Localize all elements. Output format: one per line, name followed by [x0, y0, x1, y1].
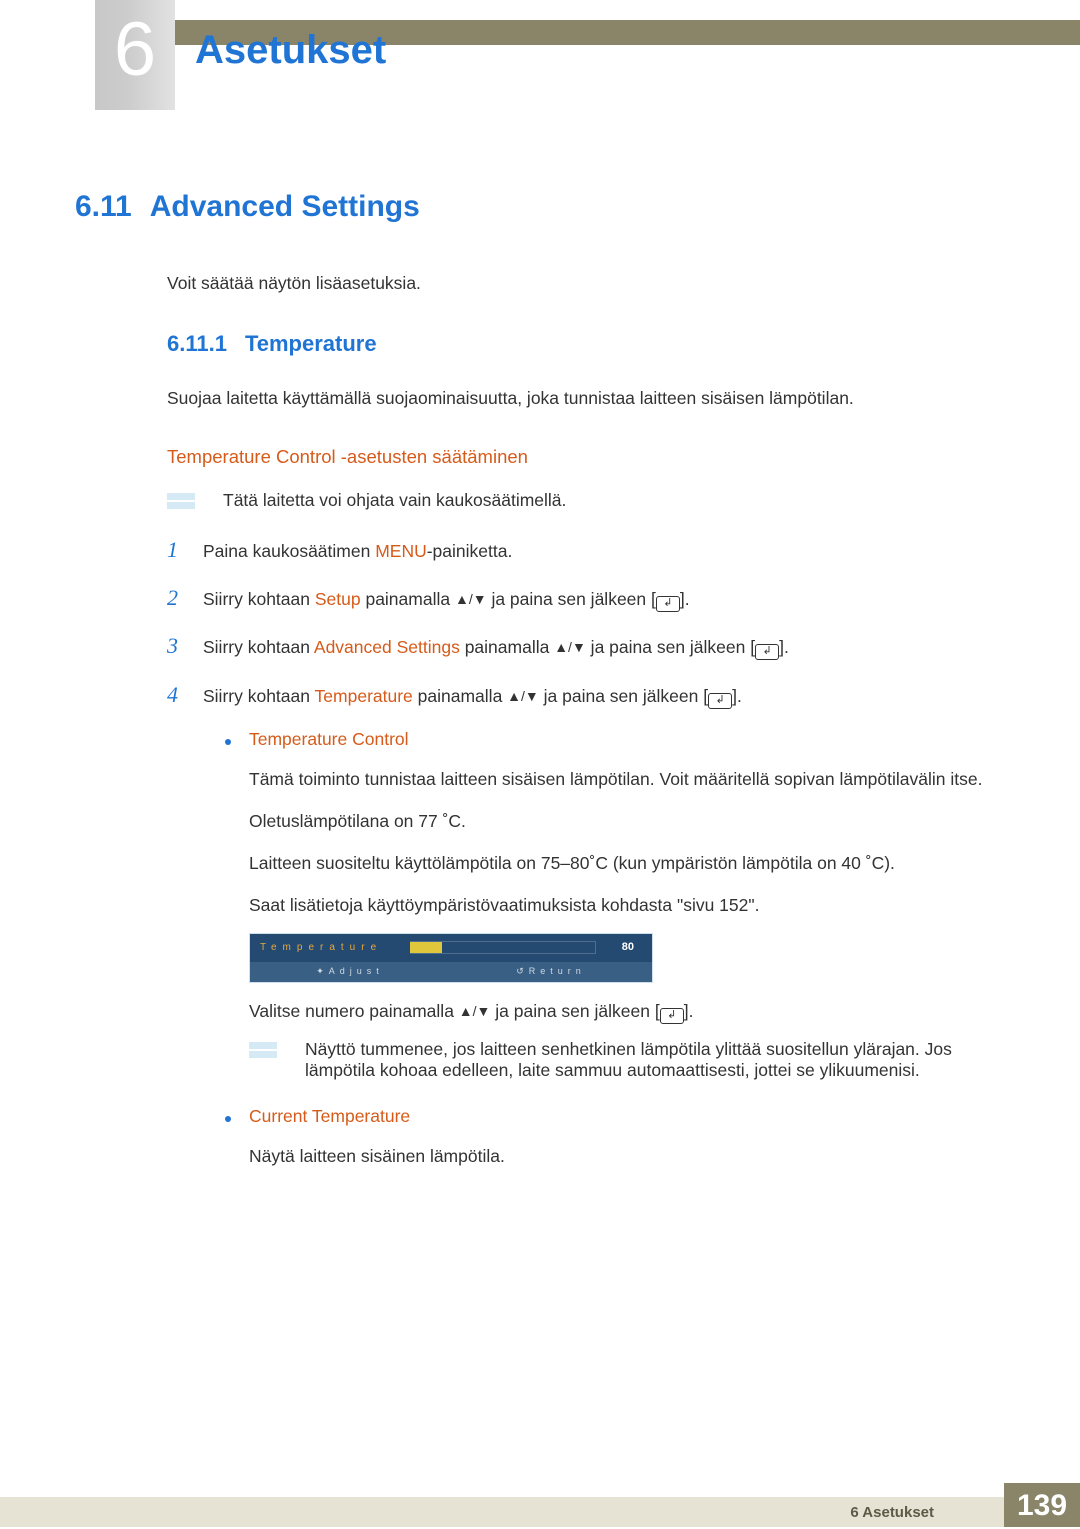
bullet-text: Laitteen suositeltu käyttölämpötila on 7…	[249, 849, 1000, 877]
arrows-icon: ▲/▼	[455, 589, 487, 611]
step-text: Siirry kohtaan Temperature painamalla ▲/…	[203, 683, 742, 710]
chapter-title: Asetukset	[195, 28, 386, 73]
osd-value: 80	[622, 941, 634, 953]
bullet-item: Current Temperature	[225, 1103, 1000, 1130]
step-text: Siirry kohtaan Advanced Settings painama…	[203, 634, 789, 661]
t: ja paina sen jälkeen [	[586, 637, 755, 657]
step-2: 2 Siirry kohtaan Setup painamalla ▲/▼ ja…	[167, 581, 1000, 615]
bullet-item: Temperature Control	[225, 726, 1000, 753]
t: Paina kaukosäätimen	[203, 541, 375, 561]
t: ].	[779, 637, 789, 657]
page-footer: 6 Asetukset 139	[0, 1483, 1080, 1527]
t: Siirry kohtaan	[203, 686, 315, 706]
t: Valitse numero painamalla	[249, 1001, 459, 1021]
step-4: 4 Siirry kohtaan Temperature painamalla …	[167, 678, 1000, 712]
arrows-icon: ▲/▼	[507, 686, 539, 708]
t: ja paina sen jälkeen [	[490, 1001, 659, 1021]
hl: Advanced Settings	[314, 637, 460, 657]
arrows-icon: ▲/▼	[554, 637, 586, 659]
step-number: 1	[167, 533, 203, 567]
arrows-icon: ▲/▼	[459, 1000, 491, 1022]
subsection-heading: 6.11.1 Temperature	[167, 331, 1000, 357]
section-intro: Voit säätää näytön lisäasetuksia.	[167, 270, 1000, 297]
t: painamalla	[413, 686, 507, 706]
footer-label: 6 Asetukset	[850, 1504, 934, 1521]
config-heading: Temperature Control -asetusten säätämine…	[167, 446, 1000, 468]
bullet-text: Valitse numero painamalla ▲/▼ ja paina s…	[249, 997, 1000, 1025]
step-number: 4	[167, 678, 203, 712]
note-row: Tätä laitetta voi ohjata vain kaukosääti…	[167, 490, 1000, 511]
osd-bar-fill	[410, 942, 442, 953]
t: Siirry kohtaan	[203, 589, 315, 609]
t: ].	[684, 1001, 694, 1021]
note-icon	[249, 1042, 277, 1058]
t: -painiketta.	[427, 541, 513, 561]
chapter-number-box: 6	[95, 0, 175, 110]
osd-adjust-label: ✦Adjust	[316, 966, 384, 977]
osd-panel: Temperature 80 ✦Adjust ↺Return	[249, 933, 653, 983]
bullet-text: Tämä toiminto tunnistaa laitteen sisäise…	[249, 765, 1000, 793]
bullet-title: Temperature Control	[249, 726, 409, 753]
hl: Setup	[315, 589, 361, 609]
enter-icon: ↲	[656, 596, 680, 612]
osd-return-label: ↺Return	[516, 966, 586, 977]
step-3: 3 Siirry kohtaan Advanced Settings paina…	[167, 629, 1000, 663]
note-row: Näyttö tummenee, jos laitteen senhetkine…	[249, 1039, 1000, 1081]
section-title: Advanced Settings	[150, 190, 420, 223]
step-text: Paina kaukosäätimen MENU-painiketta.	[203, 538, 512, 565]
t: ja paina sen jälkeen [	[539, 686, 708, 706]
hl: Temperature	[315, 686, 413, 706]
step-1: 1 Paina kaukosäätimen MENU-painiketta.	[167, 533, 1000, 567]
step-number: 3	[167, 629, 203, 663]
section-number: 6.11	[75, 190, 132, 223]
enter-icon: ↲	[660, 1008, 684, 1024]
subsection-number: 6.11.1	[167, 331, 227, 356]
section-heading: 6.11 Advanced Settings	[75, 190, 1000, 224]
bullet-icon	[225, 739, 231, 745]
t: ja paina sen jälkeen [	[487, 589, 656, 609]
enter-icon: ↲	[755, 644, 779, 660]
t: ].	[732, 686, 742, 706]
enter-icon: ↲	[708, 693, 732, 709]
bullet-icon	[225, 1116, 231, 1122]
subsection-text: Suojaa laitetta käyttämällä suojaominais…	[167, 385, 1000, 412]
osd-label: Temperature	[260, 942, 382, 953]
bullet-block: Temperature Control Tämä toiminto tunnis…	[225, 726, 1000, 1170]
note-icon	[167, 493, 195, 509]
t: Siirry kohtaan	[203, 637, 314, 657]
hl: MENU	[375, 541, 427, 561]
t: painamalla	[361, 589, 455, 609]
bullet-text: Näytä laitteen sisäinen lämpötila.	[249, 1142, 1000, 1170]
bullet-text: Oletuslämpötilana on 77 ˚C.	[249, 807, 1000, 835]
t: painamalla	[460, 637, 554, 657]
page-content: 6.11 Advanced Settings Voit säätää näytön…	[75, 190, 1000, 1184]
osd-footer: ✦Adjust ↺Return	[250, 962, 652, 982]
note-text: Näyttö tummenee, jos laitteen senhetkine…	[305, 1039, 1000, 1081]
step-number: 2	[167, 581, 203, 615]
page-number: 139	[1004, 1483, 1080, 1527]
note-text: Tätä laitetta voi ohjata vain kaukosääti…	[223, 490, 566, 511]
t: ].	[680, 589, 690, 609]
bullet-title: Current Temperature	[249, 1103, 410, 1130]
subsection-title: Temperature	[245, 331, 377, 356]
step-text: Siirry kohtaan Setup painamalla ▲/▼ ja p…	[203, 586, 690, 613]
bullet-text: Saat lisätietoja käyttöympäristövaatimuk…	[249, 891, 1000, 919]
osd-main: Temperature 80	[250, 934, 652, 962]
